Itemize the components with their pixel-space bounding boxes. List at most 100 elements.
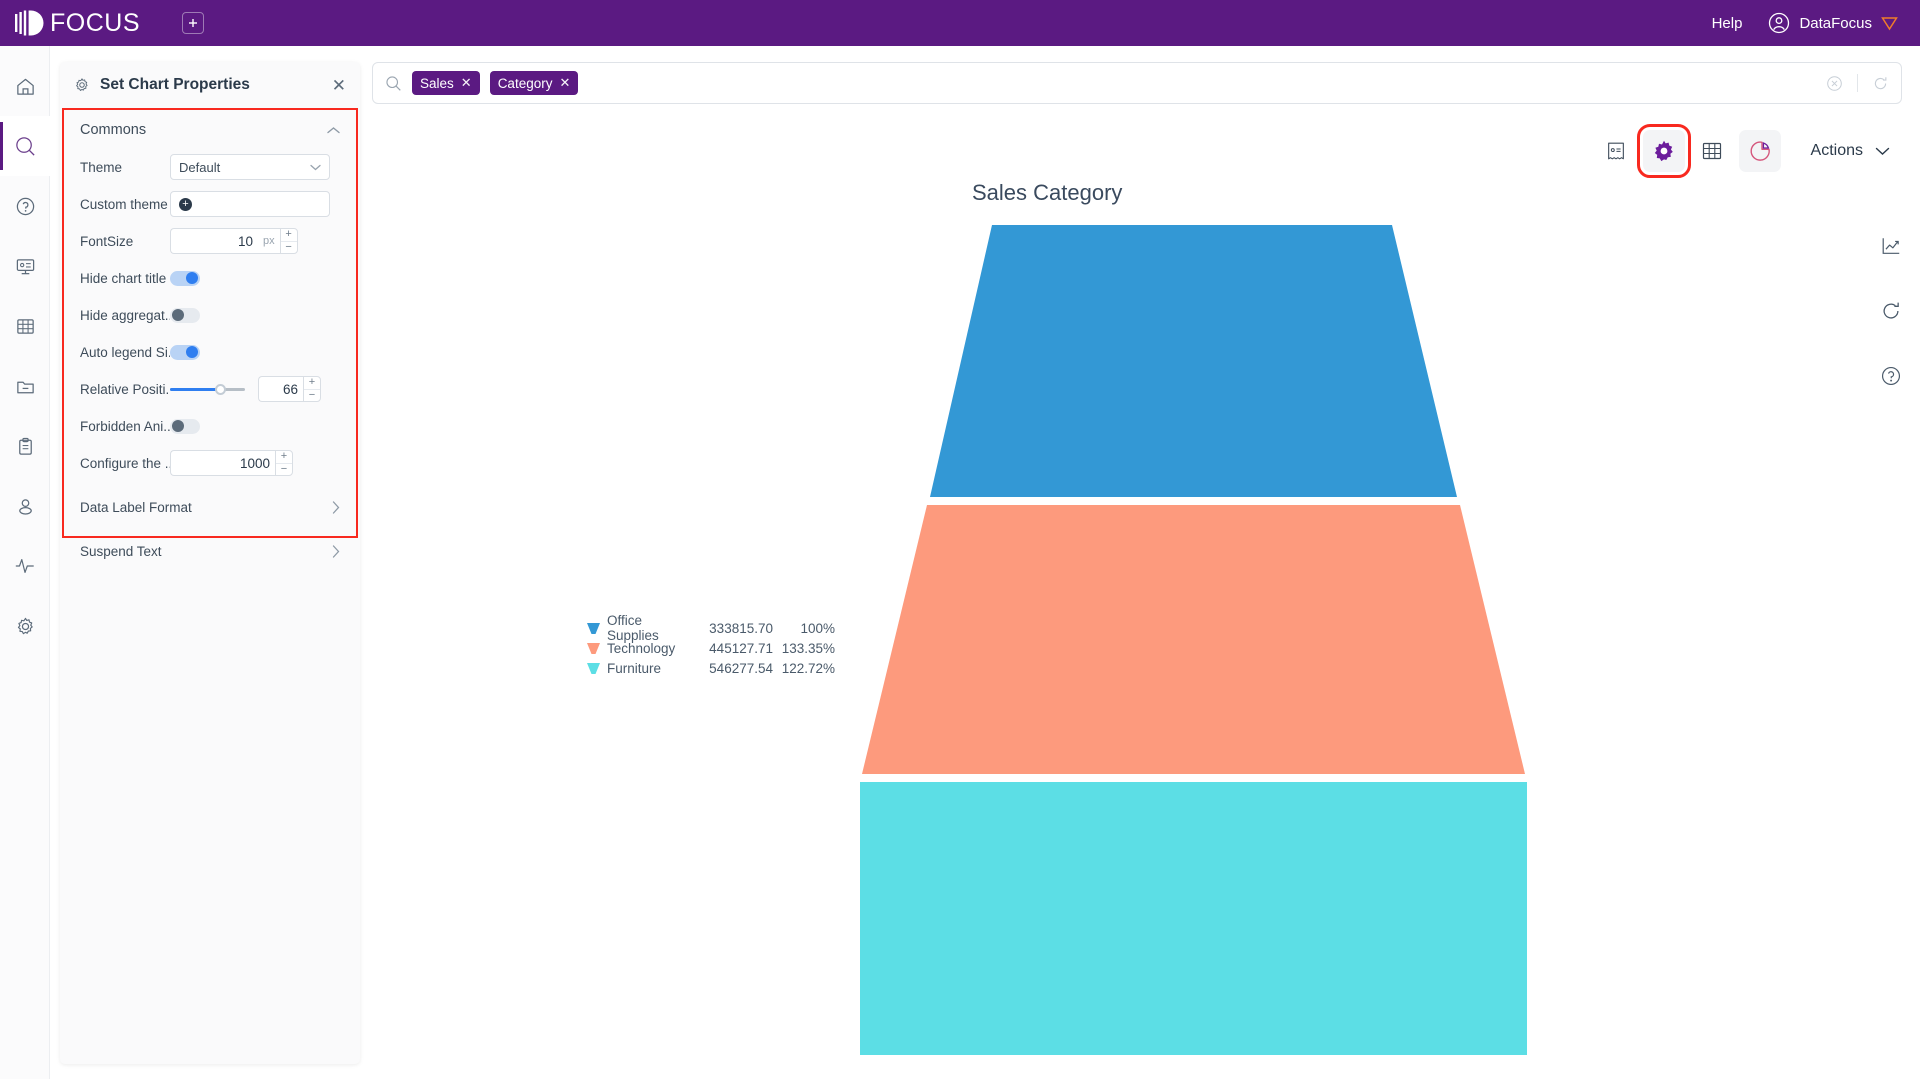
- legend-label: Office Supplies: [607, 613, 659, 643]
- right-float-rail: [1880, 235, 1902, 392]
- chevron-right-icon: [332, 544, 340, 558]
- theme-select[interactable]: Default: [170, 154, 330, 180]
- forbidden-animation-toggle[interactable]: [170, 418, 200, 434]
- label-hide-aggregate: Hide aggregat...: [80, 307, 170, 323]
- funnel-swatch-icon: [587, 622, 600, 634]
- rail-item-tables[interactable]: [0, 296, 50, 356]
- help-link[interactable]: Help: [1712, 15, 1743, 32]
- refresh-icon[interactable]: [1872, 75, 1889, 92]
- add-circle-icon[interactable]: +: [179, 197, 192, 211]
- add-tab-button[interactable]: [182, 12, 204, 34]
- configure-stepper[interactable]: 1000 + −: [170, 450, 293, 476]
- legend-percent: 100%: [800, 620, 835, 636]
- chevron-down-icon: [310, 164, 321, 170]
- line-chart-button[interactable]: [1880, 235, 1902, 262]
- user-circle-icon: [1769, 12, 1790, 34]
- legend-item[interactable]: Furniture 546277.54 122.72%: [587, 658, 835, 678]
- rail-item-user[interactable]: [0, 476, 50, 536]
- user-icon: [18, 498, 32, 515]
- toggle-knob: [186, 272, 198, 284]
- presentation-icon: [16, 258, 34, 274]
- fontsize-stepper-buttons: + −: [279, 228, 298, 254]
- properties-panel-body: Commons Theme Default Custom theme + Fon…: [62, 108, 358, 559]
- hide-chart-title-toggle[interactable]: [170, 270, 200, 286]
- gear-icon: [17, 617, 33, 634]
- legend-item[interactable]: Technology 445127.71 133.35%: [587, 638, 835, 658]
- label-fontsize: FontSize: [80, 233, 134, 249]
- help-button[interactable]: [1880, 365, 1902, 392]
- chevron-right-icon: [332, 500, 340, 514]
- rail-item-search[interactable]: [0, 116, 50, 176]
- relative-position-stepper[interactable]: 66 + −: [258, 376, 321, 402]
- chart-properties-panel: Set Chart Properties ✕ Commons Theme Def…: [60, 62, 360, 1064]
- funnel-swatch-icon: [587, 642, 600, 654]
- close-icon[interactable]: ✕: [559, 75, 570, 91]
- divider: [1857, 74, 1858, 92]
- section-data-label-format[interactable]: Data Label Format: [64, 490, 356, 524]
- funnel-segment-technology[interactable]: [862, 505, 1525, 774]
- relative-position-stepper-buttons: + −: [303, 376, 321, 402]
- search-chip-category[interactable]: Category ✕: [489, 71, 579, 95]
- legend-value: 546277.54: [709, 660, 773, 676]
- rail-item-folder[interactable]: [0, 356, 50, 416]
- configure-value[interactable]: 1000: [170, 450, 275, 476]
- section-suspend-text[interactable]: Suspend Text: [64, 534, 356, 568]
- section-commons-label: Commons: [80, 122, 147, 138]
- refresh-button[interactable]: [1880, 300, 1902, 327]
- rail-item-home[interactable]: [0, 56, 50, 116]
- clear-circle-icon[interactable]: [1826, 75, 1843, 92]
- user-name: DataFocus: [1799, 14, 1872, 32]
- section-commons-header[interactable]: Commons: [64, 110, 356, 150]
- search-bar[interactable]: Sales ✕ Category ✕: [372, 62, 1902, 104]
- slider-knob[interactable]: [214, 383, 226, 395]
- row-configure: Configure the ... 1000 + −: [64, 446, 356, 480]
- rail-item-settings[interactable]: [0, 596, 50, 656]
- toggle-knob: [186, 346, 198, 358]
- folder-minus-icon: [16, 381, 34, 393]
- rail-item-clipboard[interactable]: [0, 416, 50, 476]
- line-chart-icon: [1882, 238, 1900, 254]
- auto-legend-size-toggle[interactable]: [170, 344, 200, 360]
- chip-label: Sales: [420, 75, 454, 91]
- chart-canvas: Sales Category Office Supplies 333815.70…: [372, 120, 1852, 1070]
- row-fontsize: FontSize 10 px + −: [64, 224, 356, 258]
- user-menu[interactable]: DataFocus: [1768, 12, 1898, 34]
- relative-position-slider[interactable]: [170, 383, 250, 395]
- funnel-segment-furniture[interactable]: [860, 782, 1527, 1055]
- legend-item[interactable]: Office Supplies 333815.70 100%: [587, 613, 835, 643]
- fontsize-stepper[interactable]: 10 px + −: [170, 228, 298, 254]
- properties-panel-header: Set Chart Properties ✕: [60, 62, 360, 108]
- rail-item-monitor[interactable]: [0, 536, 50, 596]
- chart-title: Sales Category: [972, 180, 1123, 205]
- stepper-increment-button[interactable]: +: [304, 377, 320, 390]
- close-icon[interactable]: ✕: [332, 77, 346, 94]
- stepper-decrement-button[interactable]: −: [276, 463, 292, 476]
- brand-logo[interactable]: FOCUS: [14, 9, 140, 38]
- hide-aggregate-toggle[interactable]: [170, 307, 200, 323]
- close-icon[interactable]: ✕: [461, 75, 472, 91]
- row-auto-legend-size: Auto legend Si...: [64, 335, 356, 369]
- fontsize-value[interactable]: 10: [170, 228, 258, 254]
- funnel-segment-office-supplies[interactable]: [930, 225, 1457, 497]
- stepper-increment-button[interactable]: +: [280, 229, 297, 242]
- stepper-increment-button[interactable]: +: [276, 451, 292, 464]
- legend-label: Furniture: [607, 660, 662, 676]
- stepper-decrement-button[interactable]: −: [304, 389, 320, 402]
- toggle-knob: [172, 309, 184, 321]
- row-theme: Theme Default: [64, 150, 356, 184]
- custom-theme-field[interactable]: +: [170, 191, 330, 217]
- stepper-decrement-button[interactable]: −: [281, 241, 297, 254]
- label-relative-position: Relative Positi...: [80, 381, 170, 397]
- toggle-knob: [172, 420, 184, 432]
- chart-legend: Office Supplies 333815.70 100% Technolog…: [587, 613, 835, 678]
- funnel-swatch-icon: [587, 662, 600, 674]
- search-chip-sales[interactable]: Sales ✕: [412, 71, 480, 95]
- legend-percent: 122.72%: [781, 660, 835, 676]
- rail-item-presentation[interactable]: [0, 236, 50, 296]
- relative-position-value[interactable]: 66: [258, 376, 303, 402]
- rail-item-help[interactable]: [0, 176, 50, 236]
- clipboard-icon: [18, 437, 32, 455]
- home-icon: [16, 78, 34, 95]
- search-icon[interactable]: [385, 75, 402, 92]
- legend-label: Technology: [607, 640, 676, 656]
